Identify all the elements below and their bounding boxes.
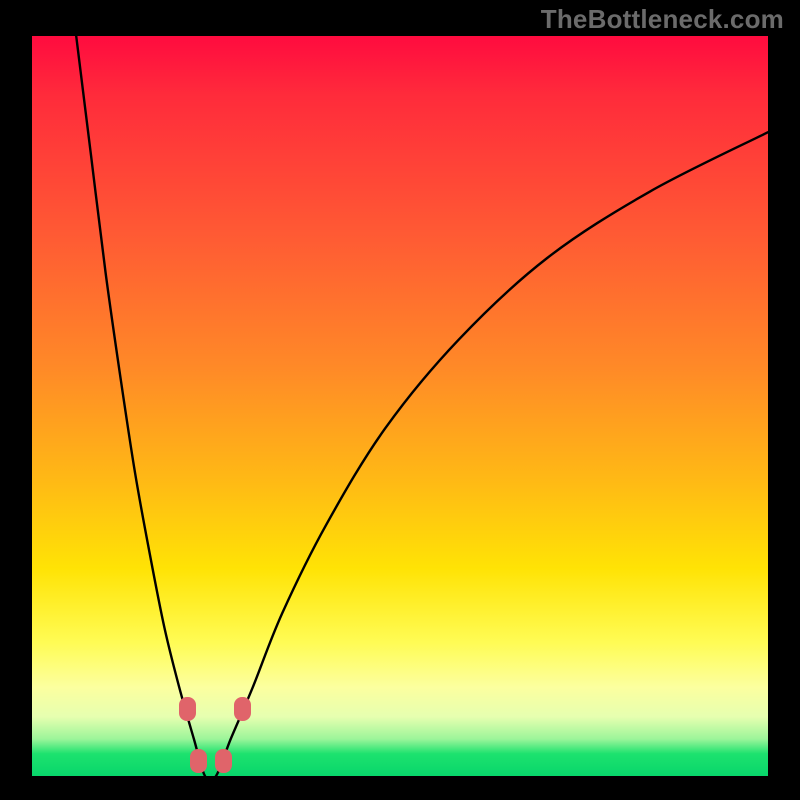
chart-frame: TheBottleneck.com <box>0 0 800 800</box>
marker-left-shoulder-2 <box>190 749 207 773</box>
watermark-text: TheBottleneck.com <box>541 4 784 35</box>
plot-area <box>32 36 768 776</box>
marker-right-shoulder-1 <box>215 749 232 773</box>
marker-left-shoulder-1 <box>179 697 196 721</box>
bottleneck-curve <box>32 36 768 776</box>
marker-right-shoulder-2 <box>234 697 251 721</box>
